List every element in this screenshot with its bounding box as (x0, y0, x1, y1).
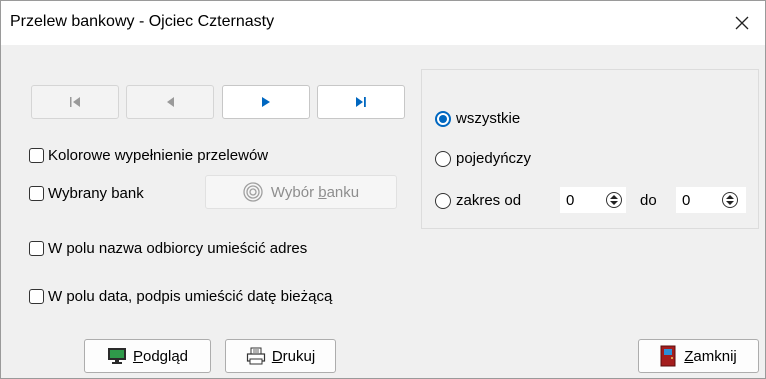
door-exit-icon (660, 345, 676, 367)
range-to-spinner[interactable]: 0 (676, 187, 746, 213)
selected-bank-label: Wybrany bank (48, 185, 144, 202)
printer-icon (246, 347, 265, 365)
first-record-button[interactable] (31, 85, 119, 119)
print-label: Drukuj (271, 347, 316, 365)
checkbox-box[interactable] (29, 241, 44, 256)
checkbox-box[interactable] (29, 186, 44, 201)
preview-button[interactable]: Podgląd (84, 339, 211, 373)
previous-record-icon (167, 97, 174, 107)
radio-range-label: zakres od (456, 192, 522, 209)
current-date-checkbox[interactable]: W polu data, podpis umieścić datę bieżąc… (29, 288, 332, 305)
last-record-icon (356, 97, 366, 107)
close-window-button[interactable] (719, 1, 765, 45)
radio-single[interactable]: pojedyńczy (435, 150, 531, 167)
range-from-spinner[interactable]: 0 (560, 187, 626, 213)
range-to-value[interactable]: 0 (676, 192, 722, 209)
preview-label: Podgląd (132, 347, 189, 365)
bank-choice-button[interactable]: Wybór banku (205, 175, 397, 209)
range-from-value[interactable]: 0 (560, 192, 606, 209)
close-icon (735, 16, 749, 30)
radio-range[interactable]: zakres od (435, 192, 521, 209)
close-button[interactable]: Zamknij (638, 339, 759, 373)
radio-all-label: wszystkie (456, 110, 521, 127)
radio-single-label: pojedyńczy (456, 150, 532, 167)
previous-record-button[interactable] (126, 85, 214, 119)
recipient-address-label: W polu nazwa odbiorcy umieścić adres (48, 240, 308, 257)
bank-target-icon (243, 182, 263, 202)
radio-button[interactable] (435, 192, 451, 209)
title-bar: Przelew bankowy - Ojciec Czternasty (1, 1, 765, 45)
dialog-body: Kolorowe wypełnienie przelewów Wybrany b… (1, 45, 765, 378)
monitor-icon (107, 348, 126, 364)
selected-bank-checkbox[interactable]: Wybrany bank (29, 185, 144, 202)
print-transfer-dialog: Przelew bankowy - Ojciec Czternasty Kolo… (0, 0, 766, 379)
radio-all[interactable]: wszystkie (435, 110, 520, 127)
window-title: Przelew bankowy - Ojciec Czternasty (10, 13, 275, 30)
radio-button[interactable] (435, 150, 451, 167)
colored-fill-checkbox[interactable]: Kolorowe wypełnienie przelewów (29, 147, 268, 164)
next-record-button[interactable] (222, 85, 310, 119)
current-date-label: W polu data, podpis umieścić datę bieżąc… (48, 288, 333, 305)
range-to-label: do (640, 192, 657, 209)
close-label: Zamknij (684, 347, 737, 365)
last-record-button[interactable] (317, 85, 405, 119)
colored-fill-label: Kolorowe wypełnienie przelewów (48, 147, 269, 164)
first-record-icon (70, 97, 80, 107)
radio-button-selected[interactable] (435, 110, 451, 127)
spin-updown-icon[interactable] (722, 192, 738, 208)
recipient-address-checkbox[interactable]: W polu nazwa odbiorcy umieścić adres (29, 240, 307, 257)
print-range-panel: wszystkie pojedyńczy zakres od 0 do 0 (421, 69, 759, 229)
next-record-icon (262, 97, 270, 107)
checkbox-box[interactable] (29, 148, 44, 163)
print-button[interactable]: Drukuj (225, 339, 336, 373)
bank-choice-label: Wybór banku (270, 183, 360, 201)
checkbox-box[interactable] (29, 289, 44, 304)
spin-updown-icon[interactable] (606, 192, 622, 208)
